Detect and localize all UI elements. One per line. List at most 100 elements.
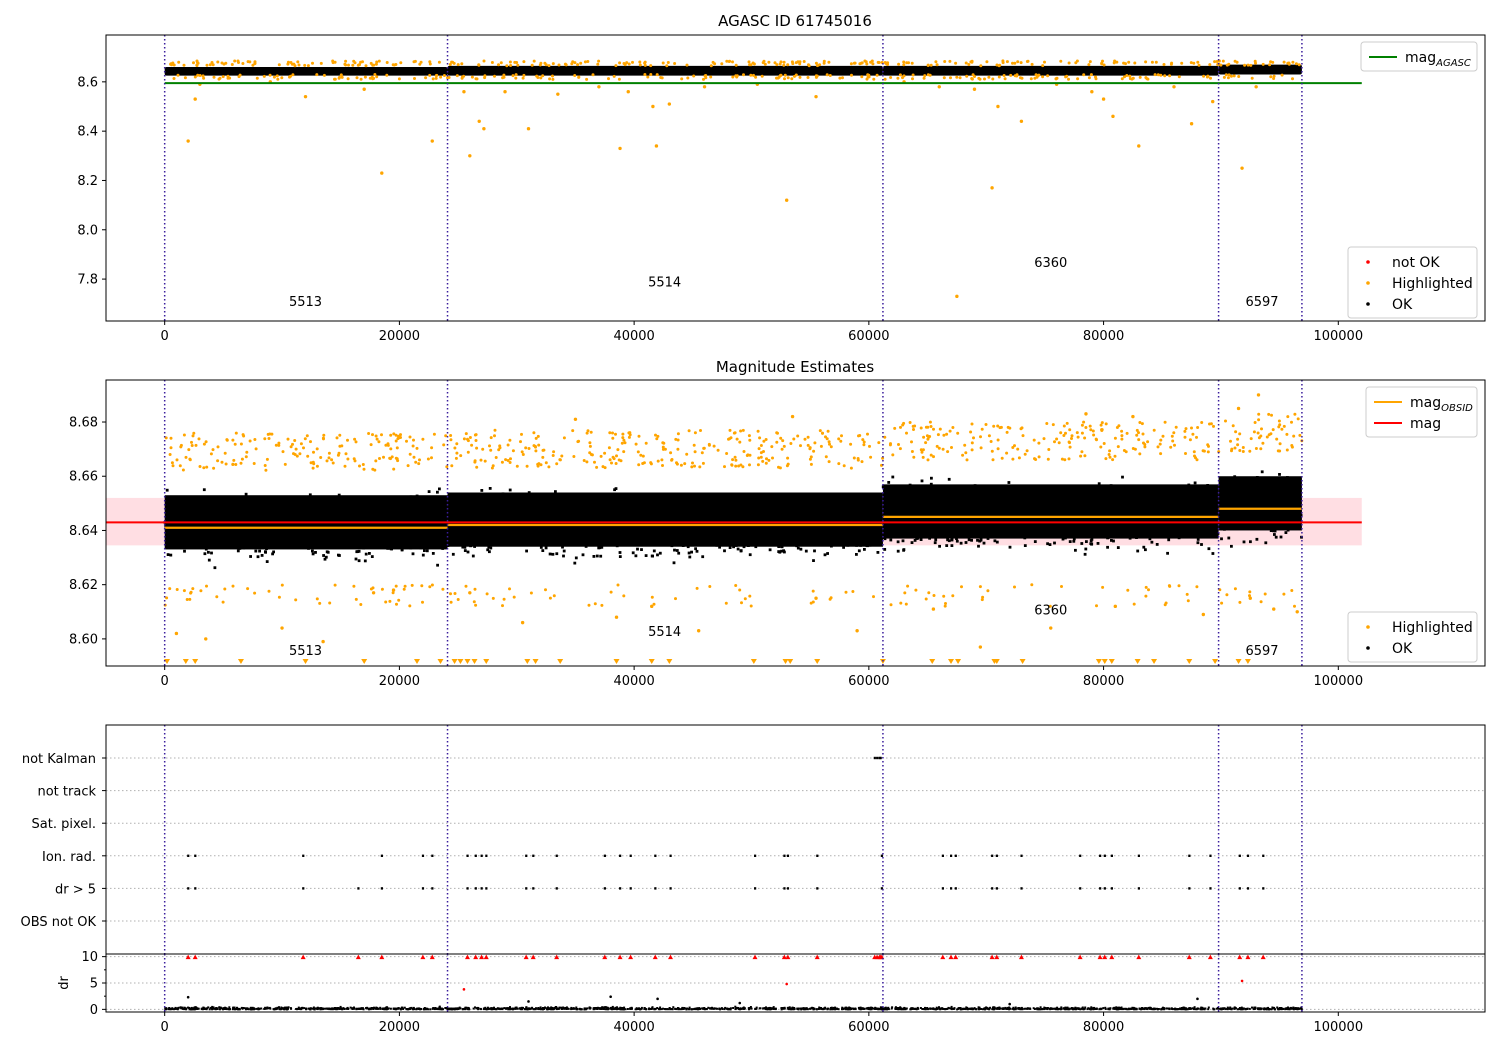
highlighted-point: [497, 63, 500, 67]
highlighted-point: [573, 417, 578, 422]
ok-point: [1213, 534, 1216, 537]
ok-point: [869, 537, 873, 541]
ok-point: [1083, 524, 1087, 528]
highlighted-point: [667, 102, 672, 106]
ok-point: [497, 502, 500, 506]
ok-point: [912, 493, 915, 497]
ok-point: [570, 518, 574, 521]
ok-point: [413, 505, 417, 508]
highlighted-point: [319, 456, 323, 459]
ok-point: [619, 493, 622, 497]
highlighted-point: [303, 94, 308, 99]
highlighted-point: [699, 429, 702, 432]
highlighted-point: [1053, 440, 1056, 444]
highlighted-point: [322, 73, 326, 77]
ok-point: [443, 529, 446, 533]
highlighted-point: [1041, 64, 1045, 68]
highlighted-point: [1209, 422, 1213, 426]
ok-point: [861, 531, 865, 535]
ok-point: [464, 502, 468, 506]
ok-point: [507, 525, 511, 529]
ok-point: [768, 509, 772, 512]
ok-point: [622, 515, 626, 518]
ok-point: [650, 542, 654, 546]
ok-point: [609, 513, 612, 516]
highlighted-point: [740, 601, 743, 605]
highlighted-point: [1126, 588, 1130, 592]
highlighted-point: [1107, 453, 1111, 456]
highlighted-point: [666, 61, 670, 64]
ok-point: [899, 526, 902, 529]
highlighted-point: [556, 92, 560, 96]
y-tick-label: 8.4: [77, 125, 98, 140]
ok-point: [1173, 511, 1177, 515]
ok-point: [937, 501, 941, 504]
ok-point: [487, 530, 491, 534]
highlighted-point: [265, 457, 269, 461]
highlighted-point: [1256, 431, 1260, 435]
ok-point: [780, 549, 783, 553]
ok-point: [770, 506, 774, 509]
ok-point: [1103, 509, 1107, 512]
ok-point: [650, 534, 654, 537]
highlighted-point: [1037, 441, 1041, 445]
ok-point: [656, 514, 659, 518]
highlighted-point: [223, 587, 227, 591]
highlighted-point: [1156, 73, 1160, 77]
ok-point: [1048, 543, 1052, 546]
highlighted-point: [649, 64, 653, 68]
ok-point: [972, 509, 976, 512]
ok-point: [309, 535, 313, 539]
ok-point: [518, 517, 522, 521]
highlighted-point: [775, 440, 779, 444]
highlighted-point: [1079, 454, 1083, 458]
highlighted-point: [1042, 437, 1046, 441]
ok-point: [446, 537, 450, 541]
highlighted-point: [473, 433, 477, 437]
ok-point: [207, 545, 211, 548]
highlighted-point: [576, 63, 580, 67]
ok-point: [744, 531, 748, 535]
highlighted-point: [230, 63, 234, 66]
ok-point: [1273, 533, 1276, 536]
highlighted-point: [665, 64, 669, 68]
ok-point: [220, 505, 224, 508]
ok-point: [1054, 496, 1057, 499]
ok-point: [1126, 512, 1130, 516]
highlighted-point: [354, 597, 358, 601]
ok-point: [845, 513, 849, 517]
highlighted-point: [782, 60, 786, 64]
highlighted-point: [655, 437, 659, 441]
ok-point: [232, 516, 236, 520]
highlighted-point: [888, 443, 892, 447]
ok-point: [1064, 528, 1068, 531]
highlighted-point: [898, 447, 902, 451]
ok-point: [495, 515, 499, 519]
highlighted-point: [327, 451, 331, 455]
ok-point: [784, 530, 788, 534]
ok-point: [881, 485, 885, 489]
highlighted-point: [205, 465, 209, 469]
highlighted-point: [1099, 445, 1103, 449]
y-tick-label: 8.62: [69, 578, 98, 593]
ok-point: [236, 500, 240, 503]
ok-point: [255, 499, 258, 503]
ok-point: [1131, 535, 1135, 539]
highlighted-point: [1075, 59, 1079, 63]
highlighted-point: [482, 59, 486, 63]
highlighted-point: [1060, 585, 1063, 588]
ok-point: [979, 495, 983, 498]
ok-point: [1177, 518, 1181, 521]
ok-point: [525, 509, 528, 513]
ok-point: [646, 527, 650, 531]
x-tick-label: 0: [161, 674, 169, 689]
highlighted-point: [1087, 63, 1091, 67]
ok-point: [207, 558, 211, 562]
ok-point: [808, 530, 811, 534]
ok-point: [1129, 507, 1132, 510]
highlighted-point: [479, 458, 483, 462]
ok-point: [358, 538, 361, 542]
ok-point: [1009, 494, 1013, 497]
ok-point: [257, 531, 260, 535]
ok-point: [1009, 503, 1012, 507]
